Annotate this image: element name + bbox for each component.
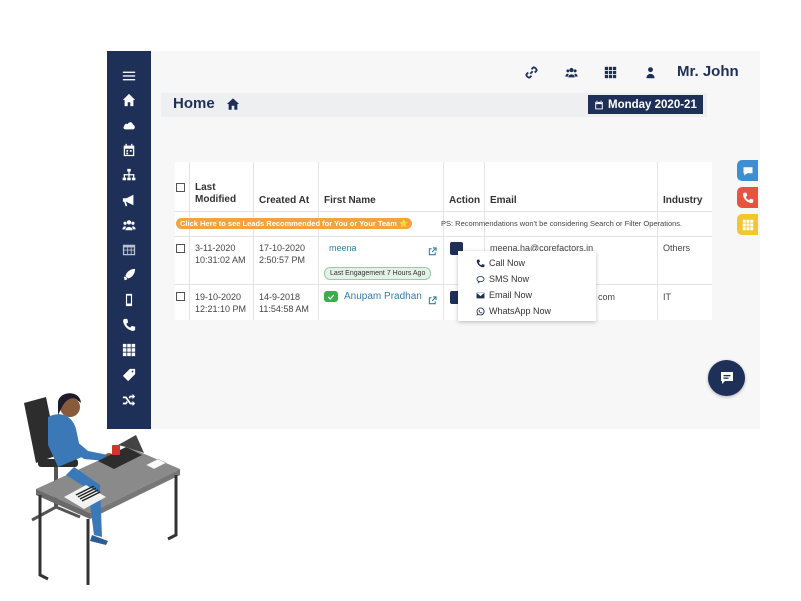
- mobile-icon[interactable]: [107, 290, 151, 310]
- column-divider: [443, 162, 444, 320]
- row-checkbox[interactable]: [176, 292, 185, 301]
- column-divider: [253, 162, 254, 320]
- select-all-checkbox[interactable]: [176, 183, 185, 192]
- whatsapp-now-label: WhatsApp Now: [489, 306, 552, 316]
- last-modified-time: 12:21:10 PM: [195, 304, 247, 314]
- created-time: 11:54:58 AM: [259, 304, 309, 314]
- tag-icon[interactable]: [107, 365, 151, 385]
- call-button[interactable]: [737, 187, 758, 208]
- link-icon[interactable]: [523, 64, 539, 80]
- phone-icon[interactable]: [107, 315, 151, 335]
- created-date: 17-10-2020: [259, 243, 306, 253]
- sidebar: [107, 51, 151, 429]
- sms-now-option[interactable]: SMS Now: [476, 274, 529, 284]
- person-at-desk-illustration: [24, 393, 180, 585]
- lead-industry: Others: [663, 243, 691, 253]
- external-link-icon[interactable]: [428, 243, 437, 256]
- external-link-icon[interactable]: [428, 292, 437, 305]
- rocket-icon[interactable]: [107, 265, 151, 285]
- envelope-icon: [476, 292, 485, 298]
- home-icon[interactable]: [107, 90, 151, 110]
- created-date: 14-9-2018: [259, 292, 301, 302]
- lead-name-link[interactable]: Anupam Pradhan: [344, 291, 422, 303]
- grid-icon: [742, 219, 753, 230]
- calendar-icon[interactable]: [107, 140, 151, 160]
- chat-icon: [720, 372, 733, 384]
- row-divider: [175, 284, 712, 285]
- email-now-label: Email Now: [489, 290, 533, 300]
- table-icon[interactable]: [107, 240, 151, 260]
- apps-button[interactable]: [737, 214, 758, 235]
- column-header-first-name[interactable]: First Name: [324, 195, 376, 207]
- verified-check-icon: [324, 291, 338, 302]
- bullhorn-icon[interactable]: [107, 190, 151, 210]
- last-modified-date: 3-11-2020: [195, 243, 236, 253]
- calendar-icon: [595, 100, 603, 109]
- call-now-label: Call Now: [489, 258, 526, 268]
- home-icon[interactable]: [226, 97, 240, 111]
- chat-bubble-icon: [476, 275, 485, 283]
- grid-icon[interactable]: [107, 340, 151, 360]
- row-divider: [175, 211, 712, 212]
- last-modified-time: 10:31:02 AM: [195, 255, 246, 265]
- megaphone-icon: [743, 166, 752, 175]
- chat-button[interactable]: [708, 360, 745, 396]
- date-badge[interactable]: Monday 2020-21: [588, 95, 703, 114]
- email-now-option[interactable]: Email Now: [476, 290, 532, 300]
- user-icon[interactable]: [642, 64, 658, 80]
- recommended-leads-button[interactable]: Click Here to see Leads Recommended for …: [176, 218, 413, 229]
- cloud-icon[interactable]: [107, 115, 151, 135]
- row-checkbox[interactable]: [176, 244, 185, 253]
- lead-email: com: [598, 292, 616, 302]
- whatsapp-icon: [476, 307, 485, 315]
- date-badge-label: Monday 2020-21: [608, 98, 697, 111]
- lead-industry: IT: [663, 292, 671, 302]
- menu-icon[interactable]: [107, 66, 151, 86]
- action-dropdown-menu: Call Now SMS Now Email Now WhatsApp Now: [458, 251, 596, 321]
- column-header-last-modified[interactable]: Last Modified: [195, 182, 245, 206]
- grid-icon[interactable]: [602, 64, 618, 80]
- sitemap-icon[interactable]: [107, 165, 151, 185]
- column-header-industry[interactable]: Industry: [663, 195, 702, 207]
- column-divider: [657, 162, 658, 320]
- column-header-action: Action: [449, 195, 481, 206]
- lead-name-link[interactable]: meena: [329, 242, 357, 254]
- page-title: Home: [173, 95, 215, 112]
- column-header-email[interactable]: Email: [490, 195, 517, 207]
- sms-now-label: SMS Now: [489, 274, 530, 284]
- last-engagement-badge: Last Engagement 7 Hours Ago: [324, 267, 432, 280]
- users-icon[interactable]: [107, 215, 151, 235]
- row-divider: [175, 236, 712, 237]
- column-divider: [189, 162, 190, 320]
- last-modified-date: 19-10-2020: [195, 292, 242, 302]
- users-icon[interactable]: [563, 64, 579, 80]
- whatsapp-now-option[interactable]: WhatsApp Now: [476, 306, 551, 316]
- recommendation-note: PS: Recommendations won't be considering…: [441, 219, 683, 228]
- created-time: 2:50:57 PM: [259, 255, 306, 265]
- phone-icon: [476, 259, 485, 267]
- user-name[interactable]: Mr. John: [677, 63, 739, 80]
- phone-icon: [742, 192, 753, 203]
- column-header-created-at[interactable]: Created At: [259, 195, 309, 207]
- feedback-button[interactable]: [737, 160, 758, 181]
- column-divider: [318, 162, 319, 320]
- call-now-option[interactable]: Call Now: [476, 258, 525, 268]
